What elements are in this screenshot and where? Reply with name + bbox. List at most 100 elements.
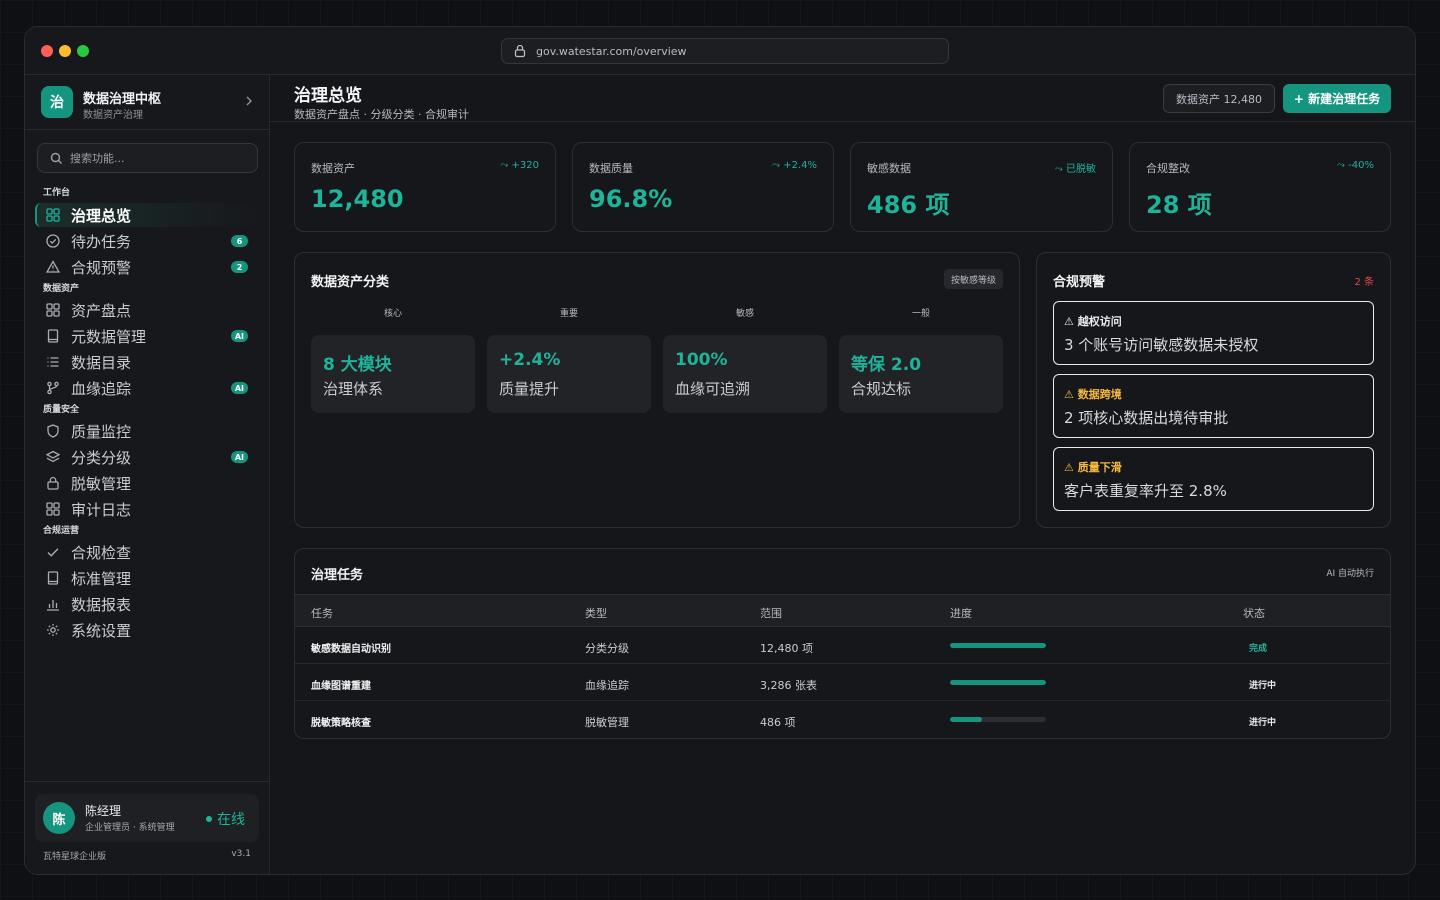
sidebar-item-label: 脱敏管理 [71, 474, 132, 493]
main-content: 治理总览 数据资产盘点 · 分级分类 · 合规审计 数据资产 12,480 + … [270, 75, 1415, 874]
close-window-button[interactable] [41, 45, 53, 57]
sidebar-item-metadata[interactable]: 元数据管理 AI [35, 324, 260, 348]
stat-card-assets[interactable]: 数据资产 ⤳ +320 12,480 [294, 142, 556, 232]
task-name: 敏感数据自动识别 [311, 644, 391, 655]
search-input[interactable]: 搜索功能... [37, 143, 258, 173]
status-indicator: 在线 [206, 809, 245, 829]
grid-icon [45, 207, 61, 223]
tier-description: 血缘可追溯 [675, 380, 751, 398]
tier-box-general[interactable]: 等保 2.0 合规达标 [839, 335, 1003, 413]
column-header[interactable]: 任务 [311, 605, 333, 621]
tier-description: 合规达标 [851, 380, 912, 398]
brand-name: 数据治理中枢 [83, 92, 162, 107]
tier-box-core[interactable]: 8 大模块 治理体系 [311, 335, 475, 413]
status-badge: 进行中 [1249, 718, 1277, 728]
stat-card-remediation[interactable]: 合规整改 ⤳ -40% 28 项 [1129, 142, 1391, 232]
alert-item[interactable]: ⚠ 质量下滑 客户表重复率升至 2.8% [1053, 447, 1374, 511]
alert-tag: ⚠ 质量下滑 [1064, 461, 1122, 474]
alert-count: 2 条 [1354, 277, 1374, 288]
table-row[interactable]: 脱敏策略核查 脱敏管理 486 项 进行中 [295, 701, 1390, 738]
maximize-window-button[interactable] [77, 45, 89, 57]
stat-value: 28 项 [1146, 191, 1212, 219]
stat-delta: ⤳ 已脱敏 [1054, 164, 1096, 175]
status-badge: 完成 [1249, 644, 1268, 654]
data-assets-button[interactable]: 数据资产 12,480 [1163, 84, 1275, 113]
card-title: 数据资产分类 [311, 275, 390, 290]
brand-subtitle: 数据资产治理 [83, 110, 143, 121]
sidebar-item-label: 合规预警 [71, 258, 132, 277]
task-name: 脱敏策略核查 [311, 718, 371, 729]
sidebar-item-label: 系统设置 [71, 621, 132, 640]
stat-card-sensitive[interactable]: 敏感数据 ⤳ 已脱敏 486 项 [850, 142, 1113, 232]
alert-item[interactable]: ⚠ 越权访问 3 个账号访问敏感数据未授权 [1053, 301, 1374, 365]
minimize-window-button[interactable] [59, 45, 71, 57]
stat-delta: ⤳ -40% [1336, 160, 1374, 171]
nav-section-compliance-ops: 合规运营 [43, 526, 80, 536]
sidebar-item-quality-monitor[interactable]: 质量监控 [35, 419, 260, 443]
sidebar-item-reports[interactable]: 数据报表 [35, 592, 260, 616]
user-profile[interactable]: 陈 陈经理 企业管理员 · 系统管理 在线 [35, 794, 259, 842]
task-scope: 486 项 [760, 716, 796, 729]
tier-value: 等保 2.0 [851, 355, 922, 375]
table-row[interactable]: 敏感数据自动识别 分类分级 12,480 项 完成 [295, 627, 1390, 664]
progress-fill [950, 717, 982, 722]
ai-badge: AI [230, 382, 248, 394]
sidebar-item-standards[interactable]: 标准管理 [35, 566, 260, 590]
sidebar-item-classification[interactable]: 分类分级 AI [35, 445, 260, 469]
tier-description: 治理体系 [323, 380, 384, 398]
alert-text: 3 个账号访问敏感数据未授权 [1064, 336, 1259, 354]
count-badge: 2 [231, 261, 248, 273]
column-header[interactable]: 状态 [1243, 605, 1265, 621]
sidebar-item-masking[interactable]: 脱敏管理 [35, 471, 260, 495]
sidebar-item-compliance-check[interactable]: 合规检查 [35, 540, 260, 564]
tier-box-important[interactable]: +2.4% 质量提升 [487, 335, 651, 413]
chevron-right-icon[interactable] [245, 95, 253, 111]
nav-section-data-assets: 数据资产 [43, 284, 80, 294]
table-row[interactable]: 血缘图谱重建 血缘追踪 3,286 张表 进行中 [295, 664, 1390, 701]
column-header[interactable]: 范围 [760, 605, 782, 621]
search-icon [50, 152, 62, 164]
branch-icon [45, 380, 61, 396]
sensitivity-filter-tag[interactable]: 按敏感等级 [943, 269, 1003, 289]
sidebar-item-label: 资产盘点 [71, 301, 132, 320]
sidebar-item-label: 标准管理 [71, 569, 132, 588]
new-task-button[interactable]: + 新建治理任务 [1283, 84, 1391, 113]
alert-text: 2 项核心数据出境待审批 [1064, 409, 1229, 427]
stat-card-quality[interactable]: 数据质量 ⤳ +2.4% 96.8% [572, 142, 834, 232]
sidebar-item-audit-log[interactable]: 审计日志 [35, 497, 260, 521]
sidebar-item-lineage[interactable]: 血缘追踪 AI [35, 376, 260, 400]
tier-box-sensitive[interactable]: 100% 血缘可追溯 [663, 335, 827, 413]
url-bar[interactable]: gov.watestar.com/overview [501, 38, 949, 64]
progress-fill [950, 643, 1046, 648]
tier-label: 重要 [559, 309, 578, 319]
avatar: 陈 [43, 802, 75, 834]
tier-value: 100% [675, 350, 728, 370]
sidebar-item-data-catalog[interactable]: 数据目录 [35, 350, 260, 374]
alert-item[interactable]: ⚠ 数据跨境 2 项核心数据出境待审批 [1053, 374, 1374, 438]
stat-delta: ⤳ +320 [500, 160, 539, 171]
column-header[interactable]: 类型 [585, 605, 607, 621]
tier-label: 一般 [911, 309, 930, 319]
search-placeholder: 搜索功能... [70, 152, 125, 165]
grid-icon [45, 302, 61, 318]
task-type: 分类分级 [585, 642, 629, 655]
nav-section-workbench: 工作台 [43, 188, 71, 198]
sidebar-item-label: 血缘追踪 [71, 379, 132, 398]
brand-header[interactable]: 治 数据治理中枢 数据资产治理 [25, 75, 269, 130]
stat-label: 敏感数据 [867, 162, 911, 175]
status-label: 在线 [217, 812, 245, 828]
sidebar-item-compliance-alerts[interactable]: 合规预警 2 [35, 255, 260, 279]
trend-up-icon: ⤳ [1336, 160, 1349, 171]
progress-bar [950, 643, 1046, 648]
task-scope: 3,286 张表 [760, 679, 817, 692]
url-text: gov.watestar.com/overview [536, 44, 687, 58]
sidebar-item-settings[interactable]: 系统设置 [35, 618, 260, 642]
sidebar-item-label: 待办任务 [71, 232, 132, 251]
sidebar-item-todo[interactable]: 待办任务 6 [35, 229, 260, 253]
sidebar-item-label: 分类分级 [71, 448, 132, 467]
column-header[interactable]: 进度 [950, 605, 972, 621]
sidebar-item-asset-inventory[interactable]: 资产盘点 [35, 298, 260, 322]
card-title: 合规预警 [1053, 275, 1106, 290]
sidebar-item-overview[interactable]: 治理总览 [35, 203, 260, 227]
task-scope: 12,480 项 [760, 642, 813, 655]
